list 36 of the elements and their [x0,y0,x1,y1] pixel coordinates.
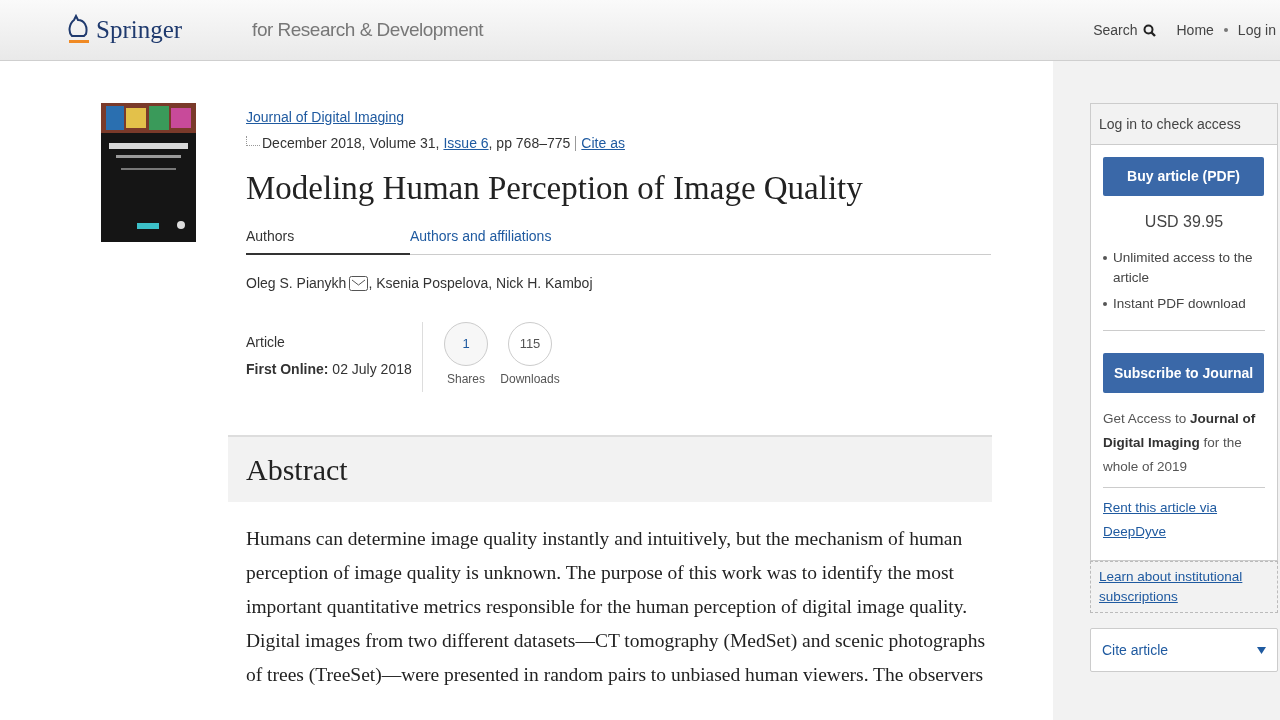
cite-as-link[interactable]: Cite as [581,133,625,154]
search-icon [1143,23,1157,37]
metric-label: Shares [447,371,485,388]
cite-article-dropdown[interactable]: Cite article [1090,628,1278,672]
tab[interactable]: Authors and affiliations [410,226,590,255]
page-range: , pp 768–775 [488,134,571,153]
benefit-item: Unlimited access to the article [1113,249,1254,287]
journal-link[interactable]: Journal of Digital Imaging [246,109,404,125]
benefit-item: Instant PDF download [1113,295,1246,313]
issue-link[interactable]: Issue 6 [443,133,489,154]
issue-date-volume: December 2018, Volume 31, [262,134,440,153]
abstract-text: Humans can determine image quality instantly and intuitively, but the mechanism of human perception of image quality is unknown. The purpose of this work was to identify the most important quantitative metrics responsible for the human perception of digital image quality. Digital images from two different datasets—CT tomography (MedSet) and scenic photographs of trees (TreeSet)—were presented in random pairs to unbiased human viewers. The observers [246,527,986,687]
subscribe-button[interactable]: Subscribe to Journal [1103,353,1264,393]
springer-logo[interactable]: Springer [96,11,183,49]
buy-article-button[interactable]: Buy article (PDF) [1103,157,1264,196]
nav-link[interactable]: Log in [1237,19,1276,41]
institutional-subscriptions-link[interactable]: Learn about institutional subscriptions [1090,561,1278,613]
metric-count: 1 [444,322,488,366]
envelope-icon[interactable] [349,276,369,291]
bullet-icon [1103,256,1107,260]
rent-article-link[interactable]: Rent this article via DeepDyve [1103,496,1265,544]
nav-link[interactable]: Home [1176,19,1214,41]
article-title: Modeling Human Perception of Image Quality [246,169,864,208]
search-link[interactable]: Search [1093,19,1157,41]
metric-label: Downloads [500,371,560,388]
author-names: Oleg S. Pianykh [246,274,347,293]
tab[interactable]: Authors [246,226,410,255]
price: USD 39.95 [1143,212,1225,232]
article-type: Article [246,333,286,352]
tagline: for Research & Development [252,17,484,42]
bullet-icon [1103,302,1107,306]
access-header: Log in to check access [1091,104,1277,145]
subscription-note: Get Access to Journal of Digital Imaging for the whole of 2019 [1103,410,1257,476]
abstract-heading: Abstract [246,452,348,488]
author-names: , Ksenia Pospelova, Nick H. Kamboj [368,274,593,293]
first-online-date: First Online: 02 July 2018 [246,360,413,379]
